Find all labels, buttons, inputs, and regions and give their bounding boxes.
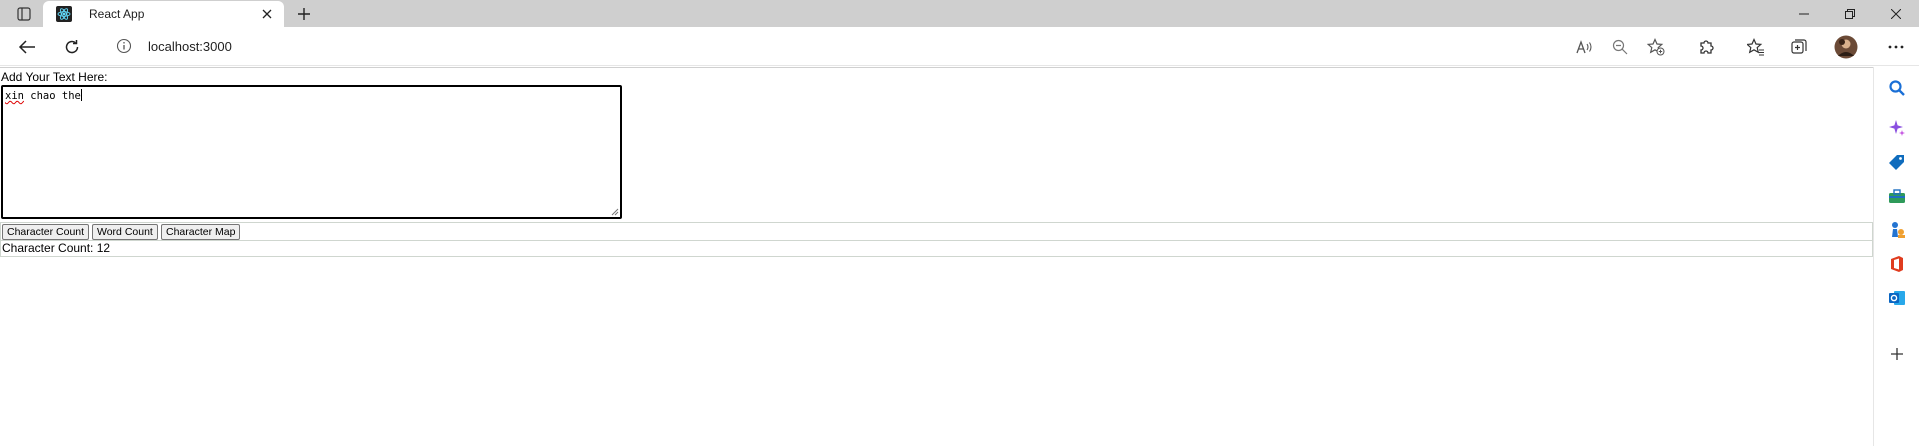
page-content: Add Your Text Here: xin chao the Charact… xyxy=(0,67,1873,446)
read-aloud-button[interactable] xyxy=(1572,34,1598,60)
plus-icon xyxy=(1891,348,1903,360)
tab-title: React App xyxy=(89,7,145,21)
extensions-button[interactable] xyxy=(1694,34,1720,60)
character-map-button[interactable]: Character Map xyxy=(161,224,241,240)
text-caret xyxy=(80,89,82,101)
text-input-label: Add Your Text Here: xyxy=(1,70,108,84)
arrow-left-icon xyxy=(18,40,35,54)
plus-icon xyxy=(298,8,310,20)
tag-icon xyxy=(1889,155,1904,170)
browser-toolbar: localhost:3000 xyxy=(0,27,1919,66)
close-icon xyxy=(262,9,272,19)
resize-handle-icon[interactable] xyxy=(611,208,619,216)
action-button-row: Character Count Word Count Character Map xyxy=(0,222,1873,241)
chess-piece-icon xyxy=(1892,222,1905,238)
address-bar[interactable]: localhost:3000 xyxy=(102,31,1662,62)
sidebar-tools-button[interactable] xyxy=(1886,185,1908,207)
minimize-icon xyxy=(1799,13,1809,14)
new-tab-button[interactable] xyxy=(292,2,316,26)
star-add-icon xyxy=(1647,38,1665,56)
read-aloud-icon xyxy=(1576,40,1592,54)
toolbox-icon xyxy=(1889,189,1905,203)
puzzle-icon xyxy=(1700,40,1714,54)
collections-icon xyxy=(1791,39,1807,54)
tab-actions-button[interactable] xyxy=(14,4,34,24)
misspelled-word: xin xyxy=(5,90,24,102)
more-icon xyxy=(1888,45,1904,49)
react-icon xyxy=(56,6,72,22)
back-button[interactable] xyxy=(14,34,40,60)
tab-react-app[interactable]: React App xyxy=(43,1,284,27)
sidebar-office-button[interactable] xyxy=(1886,253,1908,275)
profile-button[interactable] xyxy=(1833,34,1859,60)
favorites-button[interactable] xyxy=(1743,34,1769,60)
avatar xyxy=(1834,35,1858,59)
sidebar-add-button[interactable] xyxy=(1886,343,1908,365)
sparkle-icon xyxy=(1889,120,1905,136)
word-count-button[interactable]: Word Count xyxy=(92,224,158,240)
favorites-icon xyxy=(1747,38,1764,56)
text-input-value: chao the xyxy=(23,90,81,102)
collections-button[interactable] xyxy=(1786,34,1812,60)
close-icon xyxy=(1891,8,1901,19)
office-icon xyxy=(1891,256,1903,272)
restore-button[interactable] xyxy=(1827,0,1873,27)
sidebar-search-button[interactable] xyxy=(1886,77,1908,99)
close-tab-button[interactable] xyxy=(256,3,278,25)
zoom-out-button[interactable] xyxy=(1607,34,1633,60)
sidebar-shopping-button[interactable] xyxy=(1886,151,1908,173)
info-icon[interactable] xyxy=(116,38,132,54)
tab-actions-icon xyxy=(17,7,31,21)
sidebar-outlook-button[interactable] xyxy=(1886,287,1908,309)
sidebar-copilot-button[interactable] xyxy=(1886,117,1908,139)
search-icon xyxy=(1889,80,1905,96)
more-menu-button[interactable] xyxy=(1883,34,1909,60)
outlook-icon xyxy=(1889,291,1905,305)
text-input[interactable]: xin chao the xyxy=(1,85,622,219)
tab-bar: React App xyxy=(0,0,1919,27)
sidebar-games-button[interactable] xyxy=(1886,219,1908,241)
character-count-button[interactable]: Character Count xyxy=(2,224,90,240)
refresh-icon xyxy=(65,40,79,54)
url-text: localhost:3000 xyxy=(148,39,232,54)
result-output: Character Count: 12 xyxy=(0,241,1873,257)
edge-sidebar xyxy=(1873,67,1919,446)
restore-icon xyxy=(1845,8,1855,19)
minimize-button[interactable] xyxy=(1781,0,1827,27)
close-window-button[interactable] xyxy=(1873,0,1919,27)
zoom-out-icon xyxy=(1612,39,1628,55)
add-favorite-button[interactable] xyxy=(1643,34,1669,60)
refresh-button[interactable] xyxy=(59,34,85,60)
